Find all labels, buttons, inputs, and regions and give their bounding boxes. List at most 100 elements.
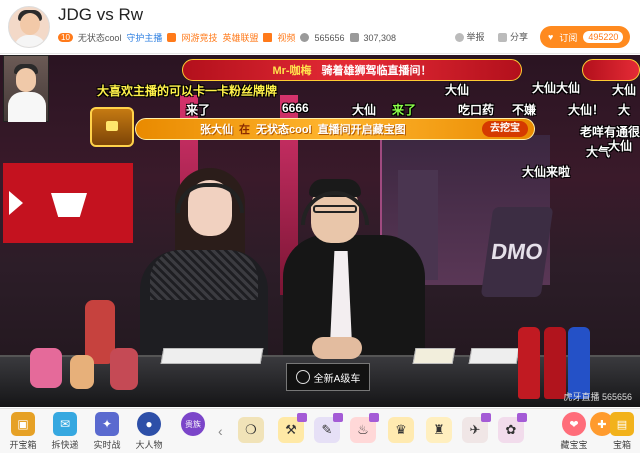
gift-item-hammer[interactable]: ⚒ bbox=[278, 413, 307, 443]
fans-count: 565656 bbox=[314, 32, 345, 43]
caster-left-lace bbox=[150, 250, 258, 300]
danmaku-message: 大仙 bbox=[445, 83, 470, 97]
danmaku-message: 大 bbox=[618, 103, 631, 117]
desk-papers bbox=[468, 348, 520, 364]
team-logo-dmo: DMO bbox=[480, 207, 554, 297]
share-label: 分享 bbox=[509, 32, 528, 42]
report-button[interactable]: 举报 bbox=[454, 30, 485, 43]
gift-item-trophy[interactable]: ♛ bbox=[388, 417, 414, 443]
gift-toolbar: ▣ 开宝箱 ✉ 拆快递 ✦ 实时战绩 ● 大人物 贵族 ‹ ❍ ⚒ ✎ ♨ ♛ … bbox=[0, 408, 640, 453]
viewers-count: 307,308 bbox=[363, 32, 397, 43]
gift-bell-icon: ♜ bbox=[433, 422, 445, 437]
gift-tag-icon bbox=[481, 413, 491, 422]
video-player[interactable]: DMO 全新A级车 Mr-咖梅 骑着雄狮驾临直播间！ 张大仙 在 无状态cool… bbox=[0, 55, 640, 407]
tool-live-stats[interactable]: ✦ 实时战绩 bbox=[90, 412, 124, 453]
danmaku-message: 大喜欢主播的可以卡一卡粉丝牌牌 bbox=[97, 84, 278, 98]
tool-big-shot[interactable]: ● 大人物 bbox=[132, 412, 166, 451]
drink-bottle-icon bbox=[518, 327, 540, 399]
gift-wand-icon: ✎ bbox=[321, 422, 333, 437]
share-button[interactable]: 分享 bbox=[498, 30, 528, 43]
video-link[interactable]: 视频 bbox=[277, 31, 295, 44]
gift-potion-icon: ♨ bbox=[357, 422, 369, 437]
tool-treasure-box[interactable]: ▤ 宝箱 bbox=[604, 412, 640, 451]
guard-host-link[interactable]: 守护主播 bbox=[126, 31, 162, 44]
video-icon bbox=[263, 33, 273, 42]
danmaku-message: 大仙 bbox=[352, 103, 377, 117]
gift-tag-icon bbox=[333, 413, 343, 422]
treasure-map-banner[interactable]: 张大仙 在 无状态cool 直播间开启藏宝图 去挖宝 bbox=[135, 118, 535, 140]
figurine-icon bbox=[70, 355, 94, 389]
treasure-chest-icon: ▣ bbox=[11, 412, 35, 436]
report-icon bbox=[454, 33, 464, 43]
tool-label: 拆快递 bbox=[51, 440, 79, 450]
gift-rocket-icon: ✈ bbox=[469, 422, 481, 437]
gift-box-icon: ▤ bbox=[610, 412, 634, 436]
vip-entry-banner: Mr-咖梅 骑着雄狮驾临直播间！ bbox=[182, 59, 522, 81]
team-logo-jdg bbox=[3, 163, 133, 243]
mercedes-logo-icon bbox=[295, 370, 310, 384]
danmaku-message: 大仙！ bbox=[568, 103, 605, 117]
gift-bean-icon: ❍ bbox=[245, 422, 257, 437]
gift-item-wand[interactable]: ✎ bbox=[314, 413, 343, 443]
danmaku-message: 来了 bbox=[392, 103, 417, 117]
room-title: JDG vs Rw bbox=[58, 5, 143, 24]
category-link[interactable]: 网游竞技 bbox=[181, 31, 217, 44]
header-actions: 举报 分享 bbox=[454, 30, 528, 43]
danmaku-message: 吃口药 bbox=[458, 103, 495, 117]
desk-notebook bbox=[412, 348, 456, 364]
tool-unpack-package[interactable]: ✉ 拆快递 bbox=[48, 412, 82, 451]
report-label: 举报 bbox=[466, 32, 485, 42]
vip-icon: ● bbox=[137, 412, 161, 436]
tool-open-chest[interactable]: ▣ 开宝箱 bbox=[6, 412, 40, 451]
host-webcam bbox=[3, 55, 49, 122]
chevron-left-icon[interactable]: ‹ bbox=[218, 423, 223, 439]
sponsor-nameplate: 全新A级车 bbox=[286, 363, 370, 391]
room-header: JDG vs Rw 10 无状态cool 守护主播 网游竞技 英雄联盟 视频 5… bbox=[0, 0, 640, 54]
tool-noble[interactable]: 贵族 bbox=[176, 412, 210, 438]
gift-item-potion[interactable]: ♨ bbox=[350, 413, 379, 443]
host-avatar[interactable] bbox=[8, 6, 50, 48]
viewers-icon bbox=[349, 33, 359, 42]
gift-item-candy[interactable]: ✿ bbox=[498, 413, 527, 443]
gift-hammer-icon: ⚒ bbox=[285, 422, 297, 437]
gift-item-bean[interactable]: ❍ bbox=[238, 417, 264, 443]
danmaku-message: 大仙 bbox=[608, 139, 633, 153]
category-icon bbox=[167, 33, 177, 42]
gift-item-rocket[interactable]: ✈ bbox=[462, 413, 491, 443]
danmaku-message: 大仙来啦 bbox=[522, 165, 571, 179]
figurine-icon bbox=[110, 348, 138, 390]
drink-bottle-icon bbox=[544, 327, 566, 399]
vip-user-name: Mr-咖梅 bbox=[272, 65, 312, 77]
subscribe-button[interactable]: ♥ 订阅 495220 bbox=[540, 26, 630, 48]
kiss-icon: ❤ bbox=[562, 412, 586, 436]
danmaku-message: 不嫌 bbox=[512, 103, 537, 117]
danmaku-message: 大仙 bbox=[612, 83, 637, 97]
tool-label: 藏宝宝 bbox=[560, 440, 588, 450]
subscribe-count: 495220 bbox=[583, 31, 624, 43]
treasure-host-name: 无状态cool bbox=[256, 124, 312, 136]
host-name[interactable]: 无状态cool bbox=[78, 31, 122, 44]
treasure-chest-icon bbox=[90, 107, 134, 147]
danmaku-message: 大仙大仙 bbox=[532, 81, 581, 95]
platform-watermark: 虎牙直播 565656 bbox=[563, 392, 632, 402]
tool-label: 实时战绩 bbox=[93, 440, 121, 450]
subcategory-link[interactable]: 英雄联盟 bbox=[222, 31, 258, 44]
fans-icon bbox=[300, 33, 310, 42]
treasure-text: 直播间开启藏宝图 bbox=[317, 124, 406, 136]
host-level-badge: 10 bbox=[58, 33, 73, 42]
gift-item-bell[interactable]: ♜ bbox=[426, 417, 452, 443]
vip-entry-banner-next bbox=[582, 59, 640, 81]
gift-tag-icon bbox=[369, 413, 379, 422]
gift-tag-icon bbox=[517, 413, 527, 422]
gift-trophy-icon: ♛ bbox=[395, 422, 407, 437]
share-icon bbox=[498, 33, 508, 43]
vip-entry-text: 骑着雄狮驾临直播间！ bbox=[321, 65, 432, 77]
danmaku-message: 6666 bbox=[282, 101, 309, 115]
tool-label: 开宝箱 bbox=[9, 440, 37, 450]
dig-treasure-button[interactable]: 去挖宝 bbox=[482, 121, 528, 137]
tool-label: 宝箱 bbox=[612, 440, 631, 450]
package-icon: ✉ bbox=[53, 412, 77, 436]
game-stats-icon: ✦ bbox=[95, 412, 119, 436]
desk-papers bbox=[160, 348, 264, 364]
treasure-in-word: 在 bbox=[239, 124, 250, 136]
